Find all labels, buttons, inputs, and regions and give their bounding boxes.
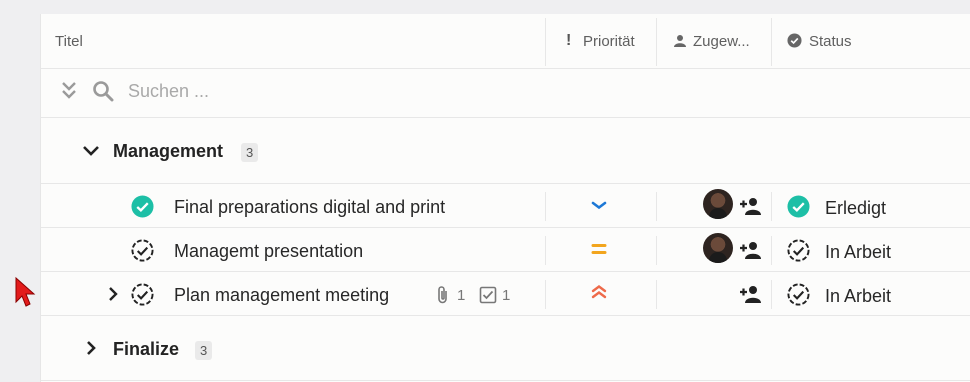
status-label[interactable]: In Arbeit — [825, 242, 891, 263]
column-divider — [545, 18, 546, 66]
status-in-progress-icon[interactable] — [131, 283, 154, 306]
task-title[interactable]: Managemt presentation — [174, 241, 363, 262]
task-table: Titel ! Priorität Zugew... Status Suchen… — [40, 14, 970, 382]
priority-icon: ! — [566, 32, 572, 49]
task-title[interactable]: Final preparations digital and print — [174, 197, 445, 218]
add-person-icon[interactable] — [739, 284, 763, 304]
group-count-badge: 3 — [195, 341, 213, 360]
chevron-right-icon[interactable] — [107, 286, 119, 302]
status-in-progress-icon[interactable] — [131, 239, 154, 262]
status-label[interactable]: Erledigt — [825, 198, 886, 219]
status-label[interactable]: In Arbeit — [825, 286, 891, 307]
column-divider — [545, 192, 546, 221]
column-divider — [545, 280, 546, 309]
search-icon — [93, 81, 114, 102]
search-input[interactable]: Suchen ... — [128, 81, 209, 102]
column-divider — [656, 280, 657, 309]
assignee-avatar[interactable] — [703, 189, 733, 219]
column-divider — [771, 236, 772, 265]
column-divider — [656, 18, 657, 66]
add-person-icon[interactable] — [739, 196, 763, 216]
checklist-icon — [479, 286, 497, 304]
column-header-status[interactable]: Status — [809, 33, 852, 50]
divider — [41, 68, 970, 69]
divider — [41, 380, 970, 381]
status-done-icon[interactable] — [131, 195, 154, 218]
person-icon — [674, 35, 686, 47]
collapse-all-icon[interactable] — [61, 81, 77, 101]
status-done-icon[interactable] — [787, 195, 810, 218]
column-divider — [545, 236, 546, 265]
mouse-cursor-icon — [15, 276, 36, 307]
column-divider — [771, 192, 772, 221]
group-count-badge: 3 — [241, 143, 259, 162]
subtask-count: 1 — [502, 287, 511, 304]
check-circle-icon — [787, 33, 802, 48]
column-divider — [771, 280, 772, 309]
column-divider — [771, 18, 772, 66]
table-header: Titel ! Priorität Zugew... Status — [41, 14, 970, 68]
chevron-down-icon[interactable] — [82, 144, 100, 158]
task-title[interactable]: Plan management meeting — [174, 285, 389, 306]
divider — [41, 117, 970, 118]
column-divider — [656, 192, 657, 221]
column-header-assignee[interactable]: Zugew... — [693, 33, 750, 50]
column-divider — [656, 236, 657, 265]
group-title-finalize[interactable]: Finalize — [113, 339, 179, 360]
attachment-icon — [438, 286, 447, 304]
status-in-progress-icon[interactable] — [787, 239, 810, 262]
priority-high-icon[interactable] — [591, 283, 607, 301]
status-in-progress-icon[interactable] — [787, 283, 810, 306]
column-header-priority[interactable]: Priorität — [583, 33, 635, 50]
assignee-avatar[interactable] — [703, 233, 733, 263]
priority-low-icon[interactable] — [591, 200, 607, 210]
attachment-count: 1 — [457, 287, 466, 304]
add-person-icon[interactable] — [739, 240, 763, 260]
group-title-management[interactable]: Management — [113, 141, 223, 162]
priority-medium-icon[interactable] — [591, 242, 607, 256]
column-header-title[interactable]: Titel — [55, 33, 83, 50]
chevron-right-icon[interactable] — [85, 340, 97, 356]
divider — [41, 315, 970, 316]
